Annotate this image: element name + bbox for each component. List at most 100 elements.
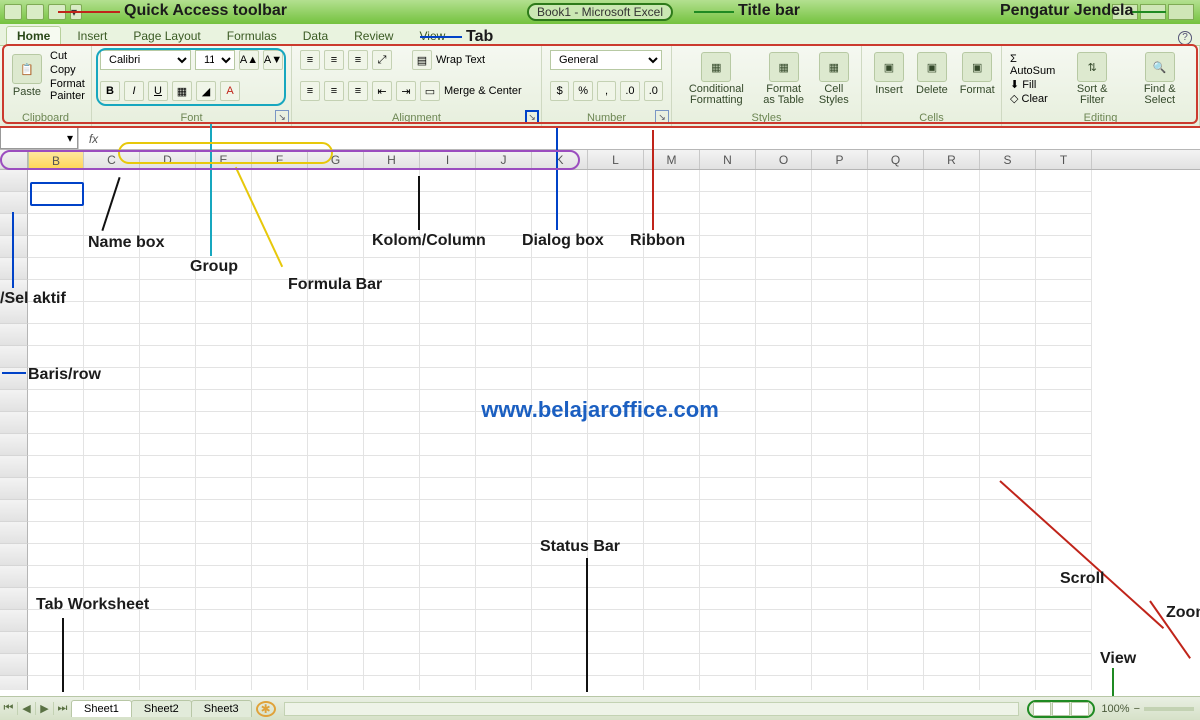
cell[interactable] <box>420 456 476 478</box>
cell[interactable] <box>980 566 1036 588</box>
col-header[interactable]: N <box>700 150 756 169</box>
comma-icon[interactable]: , <box>597 81 616 101</box>
cell[interactable] <box>812 368 868 390</box>
col-header[interactable]: P <box>812 150 868 169</box>
cell[interactable] <box>308 368 364 390</box>
cell[interactable] <box>868 170 924 192</box>
cell[interactable] <box>980 522 1036 544</box>
row-header[interactable] <box>0 676 28 690</box>
cell[interactable] <box>1036 346 1092 368</box>
cell[interactable] <box>700 522 756 544</box>
row-header[interactable] <box>0 456 28 478</box>
cell[interactable] <box>868 456 924 478</box>
cell[interactable] <box>924 544 980 566</box>
row-header[interactable] <box>0 478 28 500</box>
cell[interactable] <box>980 236 1036 258</box>
horizontal-scrollbar[interactable] <box>284 702 1020 716</box>
cell[interactable] <box>140 544 196 566</box>
cell[interactable] <box>532 280 588 302</box>
cell[interactable] <box>588 346 644 368</box>
cell[interactable] <box>252 368 308 390</box>
cell[interactable] <box>980 610 1036 632</box>
page-break-view-icon[interactable] <box>1071 702 1089 716</box>
cell[interactable] <box>84 566 140 588</box>
cell[interactable] <box>140 676 196 690</box>
grid-row[interactable] <box>0 258 1200 280</box>
cell[interactable] <box>28 324 84 346</box>
tab-page-layout[interactable]: Page Layout <box>123 27 210 45</box>
cell[interactable] <box>532 654 588 676</box>
cell[interactable] <box>1036 302 1092 324</box>
cell[interactable] <box>252 544 308 566</box>
cell[interactable] <box>140 456 196 478</box>
cell[interactable] <box>308 522 364 544</box>
zoom-control[interactable]: 100% − <box>1095 703 1200 715</box>
alignment-dialog-launcher[interactable]: ↘ <box>525 110 539 124</box>
cell[interactable] <box>532 566 588 588</box>
cell[interactable] <box>196 456 252 478</box>
cell[interactable] <box>140 214 196 236</box>
cell[interactable] <box>140 258 196 280</box>
cell[interactable] <box>196 192 252 214</box>
cell[interactable] <box>476 346 532 368</box>
grid-row[interactable] <box>0 632 1200 654</box>
cell[interactable] <box>196 632 252 654</box>
page-layout-view-icon[interactable] <box>1052 702 1070 716</box>
grid-row[interactable] <box>0 192 1200 214</box>
cell[interactable] <box>476 302 532 324</box>
cell[interactable] <box>28 456 84 478</box>
cell[interactable] <box>924 214 980 236</box>
cell[interactable] <box>476 324 532 346</box>
cell[interactable] <box>980 346 1036 368</box>
cell[interactable] <box>700 280 756 302</box>
cell[interactable] <box>308 676 364 690</box>
row-header[interactable] <box>0 434 28 456</box>
cell[interactable] <box>868 236 924 258</box>
cell[interactable] <box>84 170 140 192</box>
cell[interactable] <box>756 258 812 280</box>
tab-data[interactable]: Data <box>293 27 338 45</box>
cell[interactable] <box>476 434 532 456</box>
cell[interactable] <box>196 478 252 500</box>
cell[interactable] <box>924 258 980 280</box>
cell[interactable] <box>196 566 252 588</box>
font-dialog-launcher[interactable]: ↘ <box>275 110 289 124</box>
row-header[interactable] <box>0 522 28 544</box>
row-header[interactable] <box>0 544 28 566</box>
cell[interactable] <box>476 544 532 566</box>
cell[interactable] <box>644 676 700 690</box>
cell[interactable] <box>476 258 532 280</box>
cell[interactable] <box>252 500 308 522</box>
cell[interactable] <box>588 324 644 346</box>
cell[interactable] <box>476 170 532 192</box>
cell[interactable] <box>28 478 84 500</box>
clear-button[interactable]: ◇ Clear <box>1010 92 1056 105</box>
cell[interactable] <box>476 522 532 544</box>
cell[interactable] <box>812 500 868 522</box>
cell[interactable] <box>532 346 588 368</box>
cell[interactable] <box>812 214 868 236</box>
cell[interactable] <box>644 610 700 632</box>
cell[interactable] <box>588 434 644 456</box>
cell[interactable] <box>812 236 868 258</box>
cell[interactable] <box>476 192 532 214</box>
cell[interactable] <box>476 368 532 390</box>
grid-row[interactable] <box>0 676 1200 690</box>
grid-row[interactable] <box>0 456 1200 478</box>
cell[interactable] <box>812 522 868 544</box>
cell[interactable] <box>868 522 924 544</box>
cell[interactable] <box>28 434 84 456</box>
cell[interactable] <box>84 478 140 500</box>
cell[interactable] <box>1036 368 1092 390</box>
row-header[interactable] <box>0 170 28 192</box>
row-header[interactable] <box>0 214 28 236</box>
cell[interactable] <box>588 280 644 302</box>
cell[interactable] <box>812 676 868 690</box>
cell[interactable] <box>252 566 308 588</box>
cell[interactable] <box>980 500 1036 522</box>
cell[interactable] <box>28 654 84 676</box>
name-box[interactable]: ▾ <box>0 128 78 149</box>
sort-filter-button[interactable]: ⇅ Sort & Filter <box>1064 50 1120 108</box>
cell[interactable] <box>196 236 252 258</box>
cell[interactable] <box>756 280 812 302</box>
